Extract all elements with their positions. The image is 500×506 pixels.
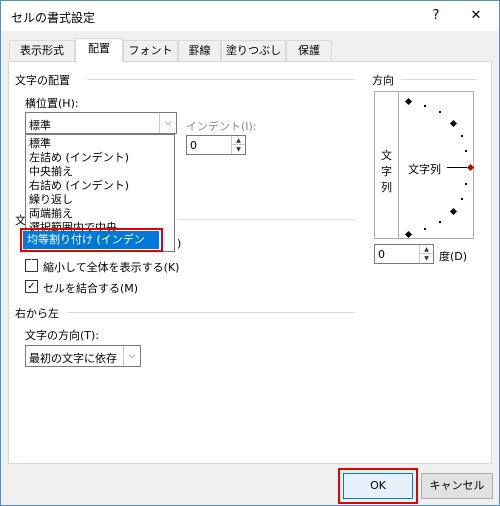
shrink-to-fit-label: 縮小して全体を表示する(K) xyxy=(43,261,180,274)
angle-dot-icon[interactable] xyxy=(424,105,426,107)
indent-label: インデント(I): xyxy=(186,120,257,133)
angle-dot-icon[interactable] xyxy=(439,221,441,223)
orientation-group-title: 方向 xyxy=(372,72,398,88)
vertical-text-char: 文 xyxy=(381,149,392,162)
rtl-group-title: 右から左 xyxy=(15,305,63,321)
dropdown-option[interactable]: 両端揃え xyxy=(29,207,73,220)
text-direction-value: 最初の文字に依存 xyxy=(29,352,117,365)
tab-font[interactable]: フォント xyxy=(123,40,178,62)
angle-dot-icon[interactable] xyxy=(465,183,467,185)
text-alignment-group-title: 文字の配置 xyxy=(15,72,74,88)
horizontal-text-preview: 文字列 xyxy=(408,163,441,176)
tab-border[interactable]: 罫線 xyxy=(178,40,221,62)
vertical-text-button[interactable]: 文 字 列 xyxy=(374,91,399,239)
tab-fill[interactable]: 塗りつぶし xyxy=(221,40,286,62)
group-divider xyxy=(177,219,355,220)
angle-dot-icon[interactable] xyxy=(439,111,441,113)
tab-alignment[interactable]: 配置 xyxy=(75,38,123,63)
help-button[interactable]: ? xyxy=(421,5,451,27)
angle-dot-icon[interactable] xyxy=(465,150,467,152)
cancel-button[interactable]: キャンセル xyxy=(421,473,493,499)
dropdown-option[interactable]: 右詰め (インデント) xyxy=(29,179,129,192)
horizontal-alignment-label: 横位置(H): xyxy=(25,97,79,110)
spin-down-icon[interactable]: ▼ xyxy=(419,254,433,263)
title-bar: セルの書式設定 ? ✕ xyxy=(1,1,499,31)
group-divider xyxy=(67,312,355,313)
chevron-down-icon[interactable]: ⌵ xyxy=(159,113,176,133)
hidden-option-fragment: ) xyxy=(177,237,182,250)
vertical-text-char: 列 xyxy=(381,181,392,194)
tab-protection[interactable]: 保護 xyxy=(286,40,332,62)
spin-down-icon[interactable]: ▼ xyxy=(231,145,245,154)
vertical-text-char: 字 xyxy=(381,165,392,178)
dropdown-option[interactable]: 標準 xyxy=(29,137,51,150)
merge-cells-checkbox[interactable]: ✓ xyxy=(25,280,38,293)
spin-up-icon[interactable]: ▲ xyxy=(419,245,433,254)
indent-spinner[interactable]: 0 ▲ ▼ xyxy=(186,135,246,155)
degree-label: 度(D) xyxy=(439,250,468,263)
text-direction-label: 文字の方向(T): xyxy=(25,329,100,342)
dropdown-option[interactable]: 中央揃え xyxy=(29,165,73,178)
angle-dot-icon[interactable] xyxy=(424,228,426,230)
angle-needle xyxy=(447,167,467,168)
group-divider xyxy=(87,79,355,80)
group-divider xyxy=(401,79,477,80)
dialog-title: セルの書式設定 xyxy=(11,11,96,25)
horizontal-alignment-select[interactable]: 標準 ⌵ xyxy=(25,112,177,134)
chevron-down-icon[interactable]: ⌵ xyxy=(123,346,140,366)
spin-up-icon[interactable]: ▲ xyxy=(231,136,245,145)
format-cells-dialog: セルの書式設定 ? ✕ 表示形式 配置 フォント 罫線 塗りつぶし 保護 文字の… xyxy=(0,0,500,506)
dropdown-option[interactable]: 左詰め (インデント) xyxy=(29,151,129,164)
horizontal-alignment-value: 標準 xyxy=(29,119,51,132)
highlight-box xyxy=(338,468,418,504)
indent-value: 0 xyxy=(190,139,197,152)
dropdown-option[interactable]: 繰り返し xyxy=(29,193,73,206)
close-button[interactable]: ✕ xyxy=(461,5,491,27)
highlight-box xyxy=(20,228,163,252)
degree-value: 0 xyxy=(378,248,385,261)
text-direction-select[interactable]: 最初の文字に依存 ⌵ xyxy=(25,345,141,367)
angle-dot-icon[interactable] xyxy=(461,198,463,200)
angle-dot-icon[interactable] xyxy=(461,135,463,137)
degree-spinner[interactable]: 0 ▲ ▼ xyxy=(374,244,434,264)
merge-cells-label: セルを結合する(M) xyxy=(43,282,139,295)
tab-number-format[interactable]: 表示形式 xyxy=(9,40,75,62)
